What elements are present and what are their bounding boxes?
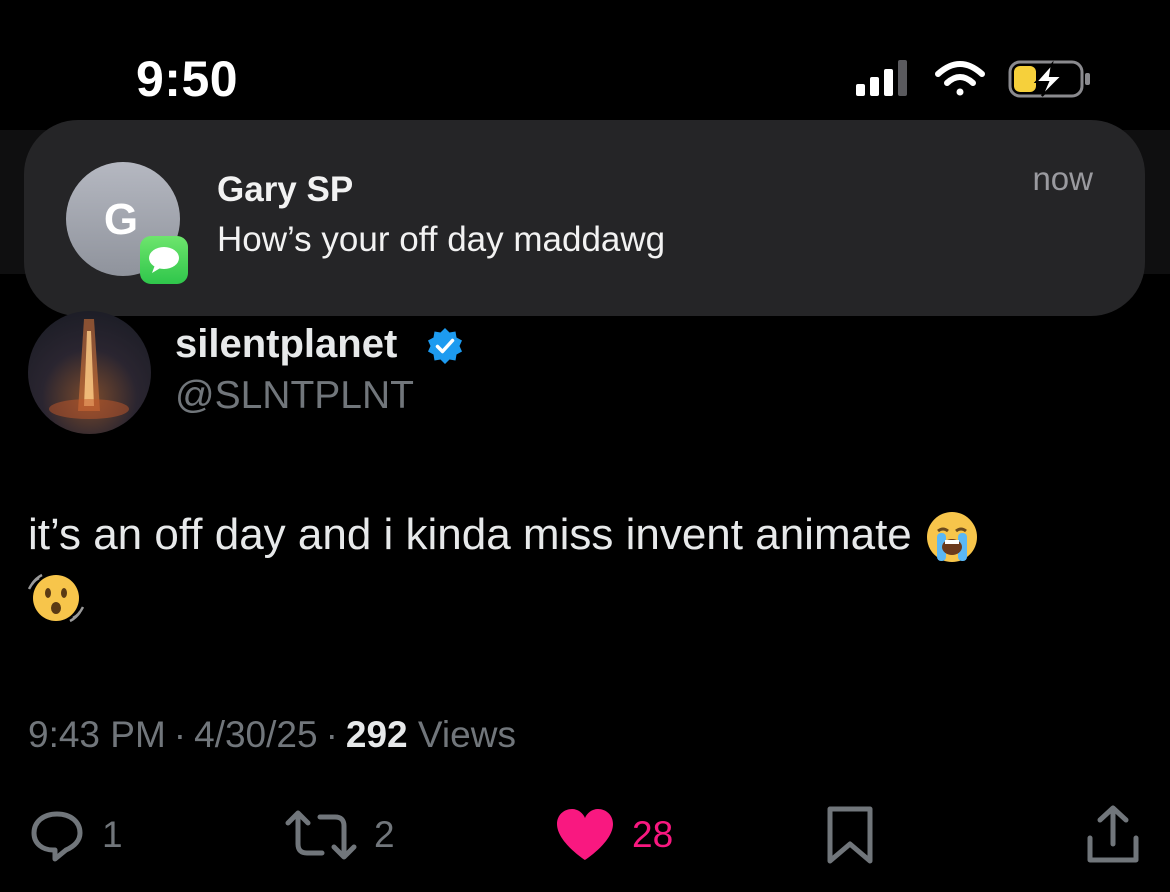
share-icon (1087, 805, 1139, 863)
post-date: 4/30/25 (194, 714, 318, 755)
verified-badge-icon (428, 328, 462, 364)
reply-icon (31, 811, 83, 862)
cellular-signal-icon (856, 60, 907, 96)
repost-count: 2 (374, 814, 395, 855)
bookmark-icon (827, 806, 873, 864)
notification-time: now (1032, 160, 1093, 197)
heart-icon (557, 809, 613, 860)
post-text-body: it’s an off day and i kinda miss invent … (28, 510, 912, 559)
user-handle[interactable]: @SLNTPLNT (175, 374, 414, 418)
display-name[interactable]: silentplanet (175, 322, 397, 367)
repost-icon (285, 810, 357, 860)
notification-banner[interactable]: G Gary SP How’s your off day maddawg now (24, 120, 1145, 316)
post-meta: 9:43 PM · 4/30/25 · 292 Views (28, 714, 516, 755)
like-button[interactable]: 28 (554, 800, 673, 870)
action-bar: 1 2 28 (0, 800, 1170, 870)
reply-count: 1 (102, 814, 123, 855)
like-count: 28 (632, 814, 674, 855)
views-label[interactable]: Views (418, 714, 516, 755)
post-text: it’s an off day and i kinda miss invent … (28, 505, 1108, 626)
status-time: 9:50 (136, 51, 239, 107)
notification-message: How’s your off day maddawg (217, 220, 666, 259)
loudly-crying-face-emoji (927, 512, 977, 563)
profile-avatar[interactable] (28, 311, 151, 434)
views-count[interactable]: 292 (346, 714, 408, 755)
post-time: 9:43 PM (28, 714, 166, 755)
messages-icon (140, 236, 188, 284)
wifi-icon (935, 61, 985, 96)
avatar-initial: G (103, 195, 139, 244)
status-icons (856, 60, 1090, 98)
shaking-face-emoji (28, 573, 84, 622)
bookmark-button[interactable] (822, 800, 878, 870)
reply-button[interactable]: 1 (28, 800, 123, 870)
repost-button[interactable]: 2 (284, 800, 395, 870)
status-bar: 9:50 (0, 0, 1170, 130)
battery-charging-icon (1008, 60, 1090, 98)
share-button[interactable] (1084, 800, 1142, 870)
notification-sender: Gary SP (217, 170, 354, 209)
